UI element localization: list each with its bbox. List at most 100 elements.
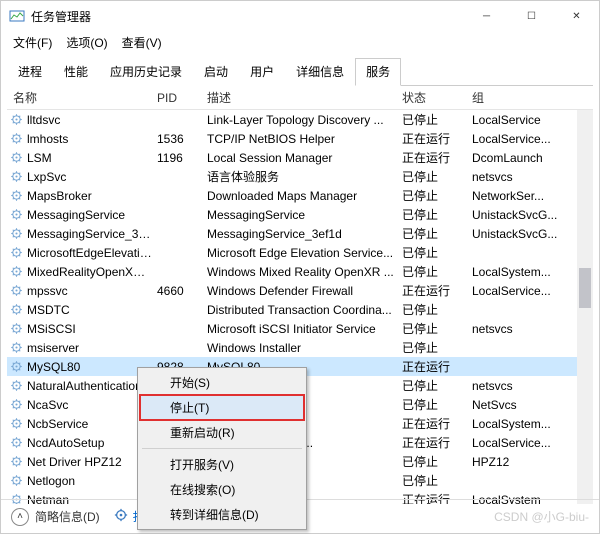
- service-pid: 1196: [157, 151, 207, 165]
- table-row[interactable]: MSiSCSI Microsoft iSCSI Initiator Service…: [7, 319, 593, 338]
- service-desc: Windows Installer: [207, 341, 402, 355]
- maximize-button[interactable]: ☐: [509, 1, 554, 31]
- tab-5[interactable]: 详细信息: [285, 58, 355, 86]
- header-group[interactable]: 组: [472, 89, 572, 106]
- gear-icon: [9, 436, 23, 450]
- menu-open-services[interactable]: 打开服务(V): [140, 452, 304, 477]
- tab-4[interactable]: 用户: [239, 58, 285, 86]
- service-status: 已停止: [402, 339, 472, 356]
- service-group: UnistackSvcG...: [472, 227, 572, 241]
- service-name: MapsBroker: [27, 189, 96, 203]
- app-icon: [9, 8, 25, 24]
- service-status: 已停止: [402, 377, 472, 394]
- header-desc[interactable]: 描述: [207, 89, 402, 106]
- gear-icon: [9, 474, 23, 488]
- service-desc: Local Session Manager: [207, 151, 402, 165]
- gear-icon: [9, 284, 23, 298]
- table-row[interactable]: MixedRealityOpenXRSvcWindows Mixed Reali…: [7, 262, 593, 281]
- scrollbar-thumb[interactable]: [579, 268, 591, 308]
- tab-6[interactable]: 服务: [355, 58, 401, 86]
- menu-view[interactable]: 查看(V): [116, 32, 168, 53]
- table-row[interactable]: msiserver Windows Installer已停止: [7, 338, 593, 357]
- service-group: DcomLaunch: [472, 151, 572, 165]
- menubar: 文件(F) 选项(O) 查看(V): [1, 31, 599, 53]
- service-name: LSM: [27, 151, 56, 165]
- service-desc: Windows Mixed Reality OpenXR ...: [207, 265, 402, 279]
- service-group: UnistackSvcG...: [472, 208, 572, 222]
- service-name: Net Driver HPZ12: [27, 455, 126, 469]
- gear-icon: [9, 151, 23, 165]
- service-group: LocalSystem...: [472, 417, 572, 431]
- window-title: 任务管理器: [31, 8, 464, 25]
- table-row[interactable]: MessagingService_3ef1dMessagingService_3…: [7, 224, 593, 243]
- menu-options[interactable]: 选项(O): [60, 32, 113, 53]
- service-name: Netlogon: [27, 474, 79, 488]
- table-row[interactable]: lmhosts1536TCP/IP NetBIOS Helper正在运行Loca…: [7, 129, 593, 148]
- table-row[interactable]: MapsBrokerDownloaded Maps Manager已停止Netw…: [7, 186, 593, 205]
- tab-3[interactable]: 启动: [193, 58, 239, 86]
- service-group: LocalService...: [472, 436, 572, 450]
- menu-search-online[interactable]: 在线搜索(O): [140, 477, 304, 502]
- menu-restart[interactable]: 重新启动(R): [140, 420, 304, 445]
- service-name: NaturalAuthentication: [27, 379, 146, 393]
- service-status: 已停止: [402, 453, 472, 470]
- menu-file[interactable]: 文件(F): [7, 32, 58, 53]
- service-status: 正在运行: [402, 358, 472, 375]
- header-pid[interactable]: PID: [157, 91, 207, 105]
- service-status: 正在运行: [402, 282, 472, 299]
- tab-1[interactable]: 性能: [53, 58, 99, 86]
- fewer-details-button[interactable]: ˄ 简略信息(D): [11, 508, 100, 526]
- service-desc: TCP/IP NetBIOS Helper: [207, 132, 402, 146]
- service-status: 正在运行: [402, 434, 472, 451]
- service-status: 正在运行: [402, 149, 472, 166]
- gear-icon: [9, 113, 23, 127]
- gear-icon: [9, 379, 23, 393]
- service-name: NcbService: [27, 417, 92, 431]
- service-name: msiserver: [27, 341, 83, 355]
- close-button[interactable]: ✕: [554, 1, 599, 31]
- minimize-button[interactable]: ─: [464, 1, 509, 31]
- service-pid: 4660: [157, 284, 207, 298]
- header-status[interactable]: 状态: [402, 89, 472, 106]
- table-row[interactable]: MicrosoftEdgeElevationS...Microsoft Edge…: [7, 243, 593, 262]
- service-name: NcdAutoSetup: [27, 436, 108, 450]
- service-name: LxpSvc: [27, 170, 70, 184]
- table-row[interactable]: LSM 1196Local Session Manager正在运行DcomLaun…: [7, 148, 593, 167]
- fewer-details-label: 简略信息(D): [35, 508, 100, 525]
- table-row[interactable]: lltdsvcLink-Layer Topology Discovery ...…: [7, 110, 593, 129]
- service-name: MicrosoftEdgeElevationS...: [27, 246, 157, 260]
- service-status: 已停止: [402, 244, 472, 261]
- tab-2[interactable]: 应用历史记录: [99, 58, 193, 86]
- gear-icon: [114, 508, 128, 525]
- gear-icon: [9, 417, 23, 431]
- header-name[interactable]: 名称: [7, 89, 157, 106]
- gear-icon: [9, 170, 23, 184]
- service-group: LocalService...: [472, 132, 572, 146]
- gear-icon: [9, 132, 23, 146]
- scrollbar[interactable]: [577, 110, 593, 504]
- service-desc: Downloaded Maps Manager: [207, 189, 402, 203]
- service-desc: Distributed Transaction Coordina...: [207, 303, 402, 317]
- service-desc: Microsoft iSCSI Initiator Service: [207, 322, 402, 336]
- service-group: netsvcs: [472, 170, 572, 184]
- menu-start[interactable]: 开始(S): [140, 370, 304, 395]
- service-name: NcaSvc: [27, 398, 72, 412]
- menu-go-details[interactable]: 转到详细信息(D): [140, 502, 304, 527]
- service-group: NetSvcs: [472, 398, 572, 412]
- table-row[interactable]: mpssvc4660Windows Defender Firewall正在运行L…: [7, 281, 593, 300]
- tab-0[interactable]: 进程: [7, 58, 53, 86]
- menu-stop[interactable]: 停止(T): [140, 395, 304, 420]
- table-row[interactable]: MessagingServiceMessagingService已停止Unist…: [7, 205, 593, 224]
- gear-icon: [9, 227, 23, 241]
- service-name: MSDTC: [27, 303, 74, 317]
- service-status: 已停止: [402, 396, 472, 413]
- service-name: MSiSCSI: [27, 322, 80, 336]
- service-group: LocalService...: [472, 284, 572, 298]
- table-row[interactable]: LxpSvc语言体验服务已停止netsvcs: [7, 167, 593, 186]
- gear-icon: [9, 398, 23, 412]
- service-status: 已停止: [402, 472, 472, 489]
- table-row[interactable]: MSDTC Distributed Transaction Coordina...…: [7, 300, 593, 319]
- tabs: 进程性能应用历史记录启动用户详细信息服务: [7, 57, 593, 86]
- titlebar: 任务管理器 ─ ☐ ✕: [1, 1, 599, 31]
- service-status: 已停止: [402, 168, 472, 185]
